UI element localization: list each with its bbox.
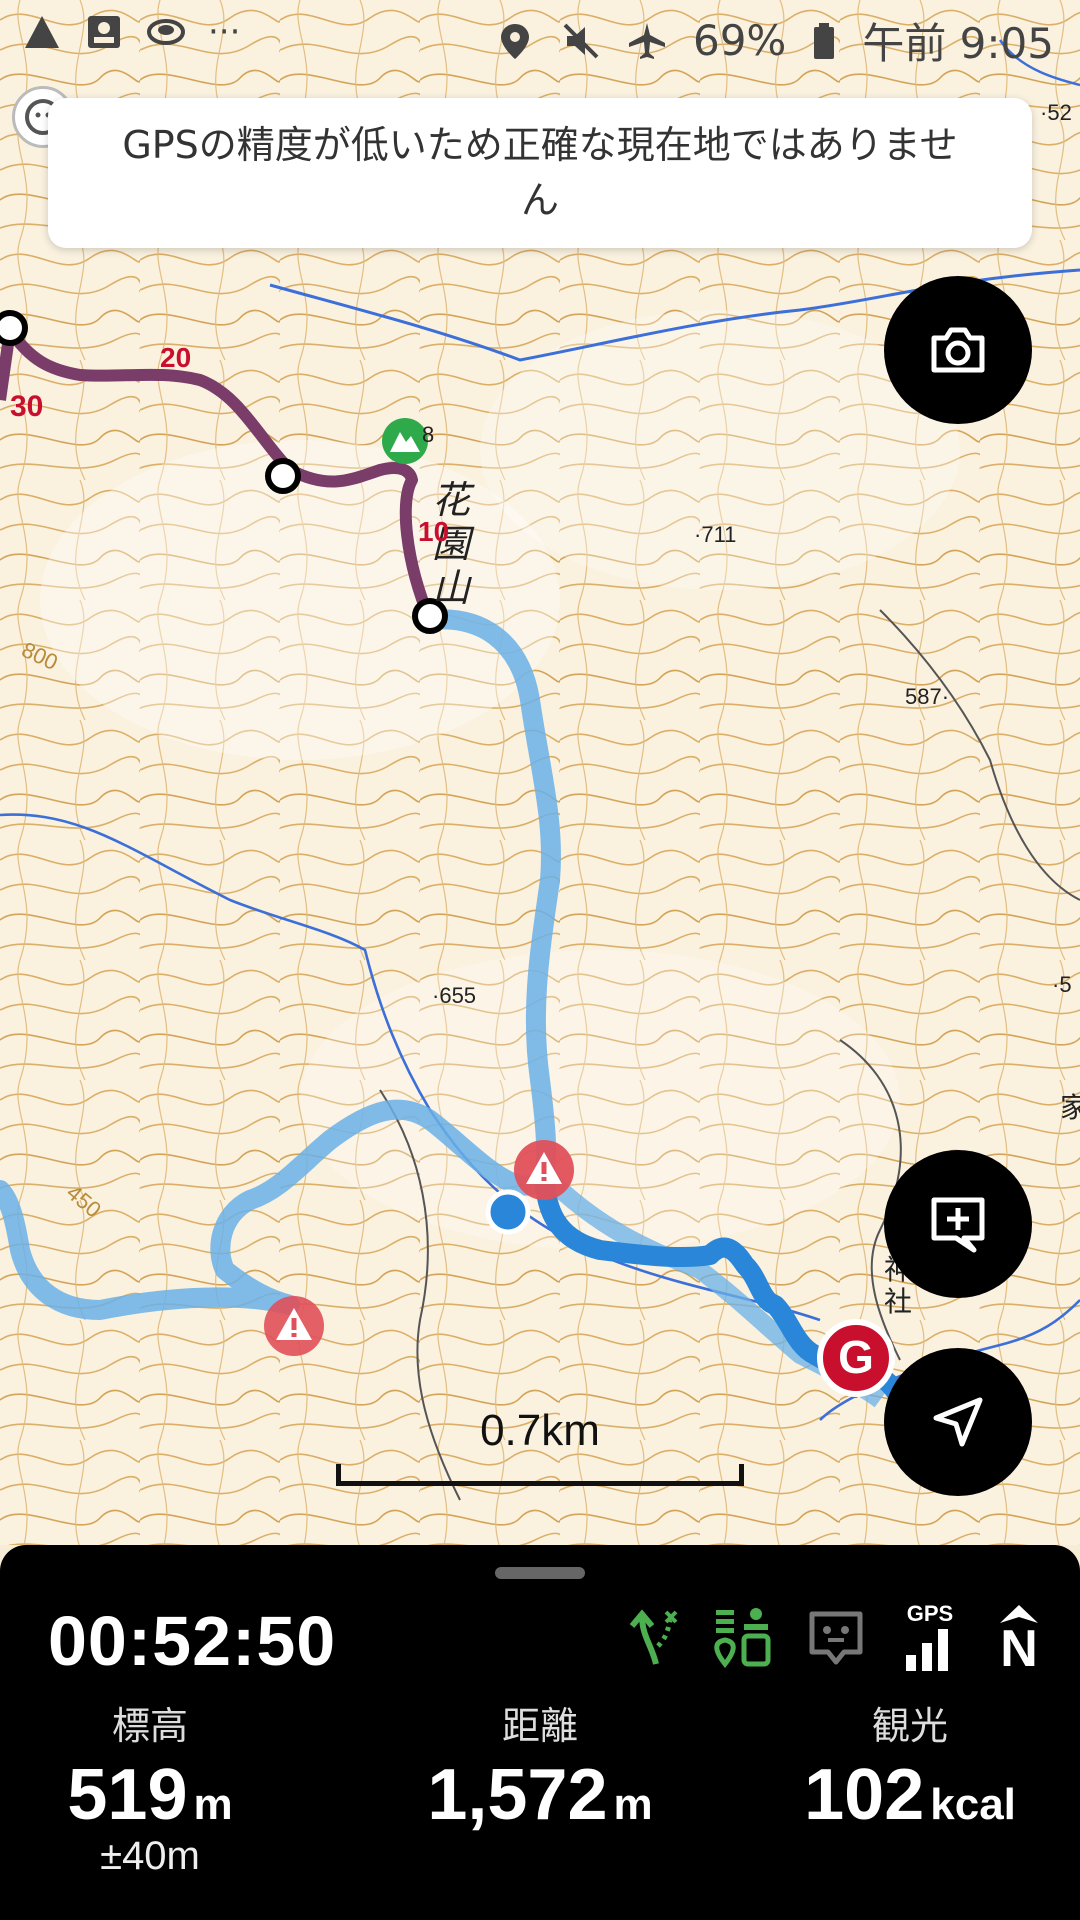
distance-label: 距離: [501, 1704, 578, 1748]
camera-icon: [931, 327, 985, 373]
waypoint-marker: [265, 458, 301, 494]
add-memo-icon: [931, 1197, 985, 1253]
elevation-label: ·711: [694, 522, 737, 547]
battery-percent: 69%: [692, 16, 787, 65]
distance-unit: m: [613, 1780, 653, 1829]
elevation-value: 519: [67, 1755, 188, 1835]
location-pin-icon: [500, 23, 529, 59]
scale-bar-line: [336, 1464, 744, 1486]
toast-message: GPSの精度が低いため正確な現在地ではありません: [122, 122, 958, 222]
hazard-warning-icon[interactable]: [514, 1140, 574, 1200]
calories-stat: 観光 102 kcal: [780, 1695, 1040, 1836]
waypoint-marker: [0, 310, 28, 346]
clock: 午前 9:05: [862, 19, 1054, 68]
group-hikers-icon[interactable]: [712, 1606, 772, 1670]
distance-stat: 距離 1,572 m: [400, 1695, 680, 1836]
airplane-icon: [628, 22, 665, 59]
elapsed-timer: 00:52:50: [48, 1602, 337, 1680]
calories-label: 観光: [871, 1704, 948, 1748]
elevation-stat: 標高 519 m ±40m: [40, 1695, 260, 1879]
contact-card-icon: [88, 16, 120, 48]
panel-toolbar: GPS N: [622, 1601, 1044, 1678]
status-bar: ··· 69% 午前 9:05: [0, 0, 1080, 76]
gps-label: GPS: [906, 1601, 954, 1626]
distance-marker-label: 30: [10, 390, 44, 423]
elevation-label: ·52: [1040, 100, 1072, 125]
route-branch-icon[interactable]: [622, 1606, 678, 1670]
elevation-unit: m: [193, 1780, 233, 1829]
gps-signal-indicator: GPS: [900, 1601, 960, 1671]
camera-button[interactable]: [884, 276, 1032, 424]
distance-value: 1,572: [427, 1755, 608, 1835]
elevation-label: ·655: [432, 983, 477, 1008]
elevation-label: 標高: [111, 1704, 188, 1748]
place-label: 家: [1060, 1091, 1080, 1124]
compass-north-indicator[interactable]: N: [994, 1605, 1044, 1678]
hazard-warning-icon[interactable]: [264, 1296, 324, 1356]
calories-unit: kcal: [930, 1780, 1016, 1829]
more-dots-icon: ···: [208, 12, 241, 52]
activity-panel: 00:52:50 GPS N 標高 519 m ±40m 距離 1,572 m …: [0, 1545, 1080, 1920]
chat-face-icon[interactable]: [806, 1606, 866, 1670]
warning-icon: [25, 16, 59, 48]
summit-elevation-label: 8: [422, 422, 435, 447]
gps-accuracy-toast: GPSの精度が低いため正確な現在地ではありません: [48, 98, 1032, 248]
navigate-icon: [933, 1397, 983, 1447]
elevation-accuracy: ±40m: [100, 1834, 200, 1878]
current-location-dot: [485, 1189, 531, 1235]
signal-bars-icon: [906, 1629, 948, 1671]
add-memo-button[interactable]: [884, 1150, 1032, 1298]
mute-icon: [563, 23, 599, 58]
map-scale-bar: 0.7km: [336, 1406, 744, 1486]
elevation-label: 587·: [905, 684, 950, 709]
compass-label: N: [1000, 1620, 1038, 1678]
distance-marker-label: 20: [160, 342, 192, 373]
scale-label: 0.7km: [480, 1406, 600, 1455]
elevation-label: ·5: [1052, 972, 1072, 997]
battery-icon: [814, 22, 835, 59]
navigate-button[interactable]: [884, 1348, 1032, 1496]
goal-marker-label: G: [838, 1331, 874, 1383]
distance-marker-label: 10: [418, 516, 450, 547]
drag-handle[interactable]: [495, 1567, 585, 1579]
sync-icon: [147, 19, 185, 45]
calories-value: 102: [804, 1755, 925, 1835]
